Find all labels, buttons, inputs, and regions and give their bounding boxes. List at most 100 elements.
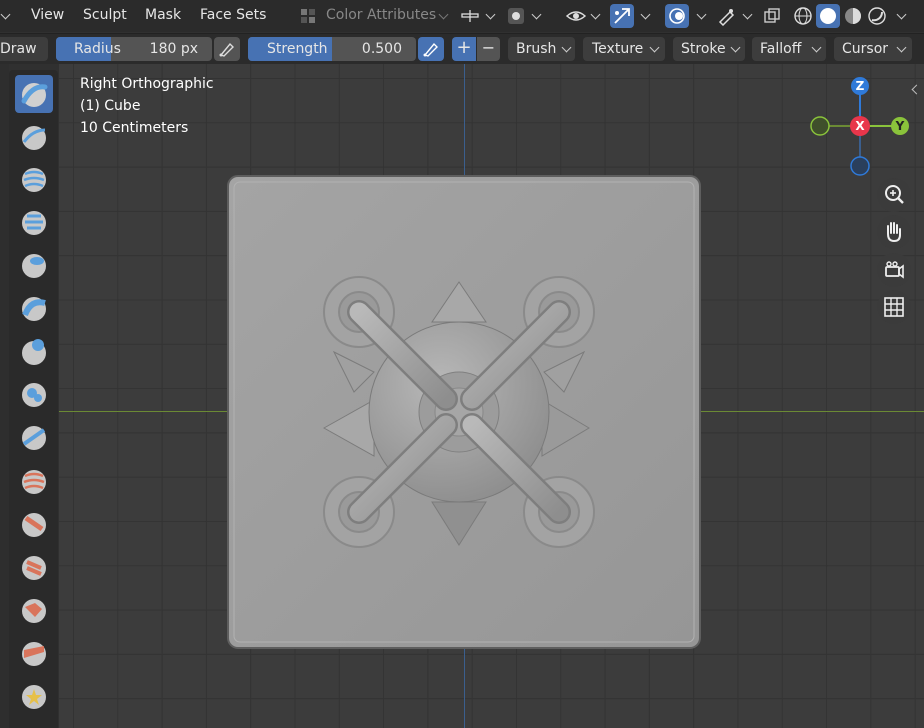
tool-pinch[interactable] (15, 677, 53, 715)
brush-name-label: Draw (0, 41, 37, 57)
strength-value: 0.500 (361, 41, 402, 57)
blob-brush-icon (22, 383, 46, 407)
chevron-down-icon (730, 42, 741, 53)
radius-value: 180 px (149, 41, 198, 57)
tool-clay-strips[interactable] (15, 203, 53, 241)
pan-button[interactable] (877, 215, 911, 249)
pinch-brush-icon (22, 685, 46, 709)
pen-pressure-icon (219, 42, 234, 57)
tool-crease[interactable] (15, 418, 53, 456)
layer-brush-icon (22, 297, 46, 321)
sculpted-cube[interactable] (224, 172, 704, 652)
gizmo-toggle-icon[interactable] (610, 4, 634, 28)
tool-flatten[interactable] (15, 505, 53, 543)
clay-strips-brush-icon (22, 211, 46, 235)
cursor-dropdown[interactable]: Cursor (834, 37, 912, 61)
tool-layer[interactable] (15, 289, 53, 327)
tool-clay-thumb[interactable] (15, 246, 53, 284)
top-menu-bar: View Sculpt Mask Face Sets Color Attribu… (0, 0, 924, 32)
falloff-dropdown-label: Falloff (760, 41, 802, 57)
tool-fill[interactable] (15, 548, 53, 586)
chevron-down-icon[interactable] (485, 9, 496, 20)
texture-dropdown[interactable]: Texture (583, 37, 665, 61)
solid-shading-icon[interactable] (816, 4, 840, 28)
chevron-down-icon[interactable] (531, 9, 542, 20)
chevron-down-icon[interactable] (438, 9, 449, 20)
chevron-down-icon[interactable] (742, 9, 753, 20)
tool-scrape[interactable] (15, 591, 53, 629)
clay-brush-icon (22, 168, 46, 192)
3d-viewport[interactable] (59, 64, 924, 728)
menu-view[interactable]: View (31, 7, 64, 23)
chevron-down-icon (896, 42, 907, 53)
hand-icon (887, 222, 901, 243)
chevron-down-icon (649, 42, 660, 53)
color-attributes-icon (300, 8, 316, 24)
tool-blob[interactable] (15, 375, 53, 413)
menu-mask[interactable]: Mask (145, 7, 181, 23)
strength-pressure-button[interactable] (418, 37, 444, 61)
zoom-button[interactable] (877, 178, 911, 212)
inflate-brush-icon (22, 339, 46, 365)
brush-name-field[interactable]: Draw (0, 37, 48, 61)
z-axis-label: Z (856, 79, 865, 93)
chevron-down-icon[interactable] (696, 9, 707, 20)
subtract-direction-button[interactable]: − (477, 37, 500, 61)
dynamic-topology-icon[interactable] (506, 6, 526, 26)
tool-multiplane-scrape[interactable] (15, 634, 53, 672)
stroke-dropdown[interactable]: Stroke (673, 37, 745, 61)
chevron-down-icon[interactable] (640, 9, 651, 20)
stroke-dropdown-label: Stroke (681, 41, 726, 57)
view-name-label: Right Orthographic (80, 76, 214, 92)
tool-draw-sharp[interactable] (15, 118, 53, 156)
material-preview-icon[interactable] (842, 6, 864, 26)
multiplane-scrape-brush-icon (22, 642, 46, 666)
draw-brush-icon (21, 83, 48, 107)
visibility-eye-icon[interactable] (565, 7, 587, 25)
texture-dropdown-label: Texture (592, 41, 644, 57)
perspective-toggle-button[interactable] (877, 290, 911, 324)
color-attributes-menu[interactable]: Color Attributes (326, 7, 436, 23)
strength-slider[interactable]: Strength 0.500 (248, 37, 416, 61)
tool-inflate[interactable] (15, 332, 53, 370)
chevron-down-icon[interactable] (590, 9, 601, 20)
brush-dropdown[interactable]: Brush (508, 37, 575, 61)
tool-settings-header: Draw Radius 180 px Strength 0.500 + − Br… (0, 33, 924, 64)
wireframe-shading-icon[interactable] (792, 6, 814, 26)
paint-brush-icon[interactable] (716, 6, 736, 27)
menu-face-sets[interactable]: Face Sets (200, 7, 266, 23)
radius-slider[interactable]: Radius 180 px (56, 37, 212, 61)
strength-label: Strength (267, 41, 328, 57)
clay-thumb-brush-icon (22, 254, 46, 278)
sculpt-toolbar (9, 70, 58, 728)
add-direction-button[interactable]: + (452, 37, 476, 61)
brush-dropdown-label: Brush (516, 41, 557, 57)
camera-view-button[interactable] (877, 253, 911, 287)
tool-clay[interactable] (15, 160, 53, 198)
scrape-brush-icon (22, 599, 46, 623)
chevron-down-icon[interactable] (0, 9, 11, 20)
radius-pressure-button[interactable] (214, 37, 240, 61)
zoom-icon (885, 185, 904, 204)
menu-sculpt[interactable]: Sculpt (83, 7, 127, 23)
negative-z-handle[interactable] (850, 156, 870, 176)
negative-y-handle[interactable] (810, 116, 830, 136)
draw-sharp-brush-icon (22, 126, 46, 150)
radius-label: Radius (74, 41, 121, 57)
camera-icon (885, 261, 904, 279)
xray-icon[interactable] (762, 6, 782, 26)
rendered-shading-icon[interactable] (866, 6, 888, 26)
chevron-down-icon[interactable] (896, 9, 907, 20)
chevron-down-icon (811, 42, 822, 53)
falloff-dropdown[interactable]: Falloff (752, 37, 826, 61)
y-axis-label: Y (895, 119, 905, 133)
fill-brush-icon (22, 556, 46, 580)
symmetry-icon[interactable] (460, 8, 480, 24)
navigation-gizmo[interactable]: Z X Y (806, 72, 916, 180)
tool-draw[interactable] (15, 75, 53, 113)
pen-pressure-icon (423, 42, 438, 57)
tool-smooth[interactable] (15, 462, 53, 500)
cursor-dropdown-label: Cursor (842, 41, 889, 57)
grid-icon (884, 297, 904, 317)
overlays-icon[interactable] (665, 4, 689, 28)
